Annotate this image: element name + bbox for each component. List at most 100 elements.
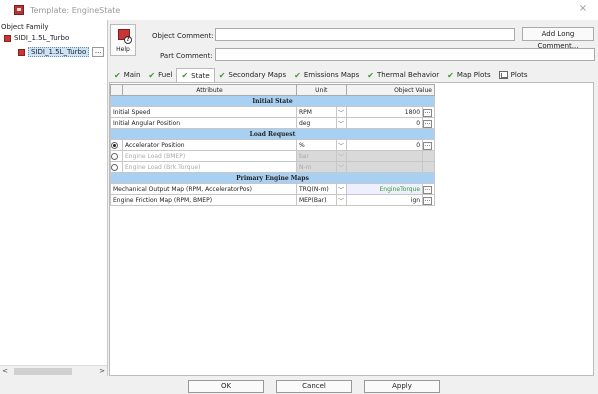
tree-item-selected[interactable]: SIDI_1.5L_Turbo ... [18, 47, 105, 57]
tab-map-plots[interactable]: ✔ Map Plots [443, 68, 495, 82]
plot-icon [498, 71, 508, 79]
scrollbar-thumb[interactable] [14, 367, 72, 375]
value-cell[interactable]: EngineTorque [345, 183, 424, 195]
object-value-header: Object Value [345, 84, 436, 96]
value-dots-cell [422, 161, 435, 173]
table-row: Engine Load (Brk.Torque) N-m ﹀ [110, 161, 435, 173]
chevron-down-icon[interactable]: ﹀ [335, 117, 347, 129]
horizontal-scrollbar[interactable]: < > [0, 365, 107, 376]
chevron-down-icon: ﹀ [335, 150, 347, 162]
unit-cell[interactable]: MEP(Bar) [295, 194, 337, 206]
window-title: Template: EngineState [30, 5, 121, 15]
accelerator-radio[interactable] [111, 141, 118, 149]
table-row: Initial Angular Position deg ﹀ 0 ... [110, 117, 435, 129]
browse-button[interactable]: ... [423, 108, 433, 117]
tab-thermal-behavior[interactable]: ✔ Thermal Behavior [363, 68, 443, 82]
chevron-down-icon[interactable]: ﹀ [335, 183, 347, 195]
chevron-down-icon[interactable]: ﹀ [335, 139, 347, 151]
section-row: Load Request [110, 128, 435, 140]
tab-label: State [191, 71, 210, 80]
check-icon: ✔ [367, 70, 374, 80]
object-icon [4, 34, 11, 42]
tree-item[interactable]: SIDI_1.5L_Turbo [4, 34, 69, 42]
radio-cell [110, 139, 123, 151]
tab-secondary-maps[interactable]: ✔ Secondary Maps [215, 68, 290, 82]
tab-label: Secondary Maps [228, 71, 287, 79]
value-dots-cell: ... [422, 139, 435, 151]
attribute-cell: Engine Load (BMEP) [122, 150, 297, 162]
object-comment-label: Object Comment: [152, 32, 214, 40]
table-row: Initial Speed RPM ﹀ 1800 ... [110, 106, 435, 118]
tab-bar: ✔ Main ✔ Fuel ✔ State ✔ Secondary Maps ✔ Emis… [110, 68, 532, 82]
tab-main[interactable]: ✔ Main [110, 68, 144, 82]
attribute-cell: Engine Load (Brk.Torque) [122, 161, 297, 173]
close-icon[interactable]: × [576, 3, 590, 14]
part-icon [18, 48, 25, 56]
chevron-down-icon[interactable]: ﹀ [335, 194, 347, 206]
value-cell [345, 150, 424, 162]
value-dots-cell [422, 150, 435, 162]
table-row: Accelerator Position % ﹀ 0 ... [110, 139, 435, 151]
browse-button[interactable]: ... [423, 141, 433, 150]
apply-button[interactable]: Apply [364, 380, 440, 393]
add-long-comment-button[interactable]: Add Long Comment... [522, 27, 594, 50]
check-icon: ✔ [294, 70, 301, 80]
browse-button[interactable]: ... [423, 185, 433, 194]
brake-torque-radio[interactable] [111, 163, 118, 171]
scroll-left-icon[interactable]: < [0, 367, 10, 375]
help-label: Help [116, 46, 130, 53]
value-cell[interactable]: ign [345, 194, 424, 206]
tree-root-label: Object Family [1, 23, 49, 31]
part-comment-field[interactable] [215, 48, 595, 61]
object-comment-field[interactable] [215, 28, 515, 41]
value-cell[interactable]: 0 [345, 139, 424, 151]
tab-label: Map Plots [456, 71, 491, 79]
tab-state[interactable]: ✔ State [176, 68, 215, 82]
unit-cell[interactable]: % [295, 139, 337, 151]
check-icon: ✔ [447, 70, 454, 80]
unit-cell[interactable]: RPM [295, 106, 337, 118]
part-comment-label: Part Comment: [160, 52, 213, 60]
cancel-button[interactable]: Cancel [276, 380, 352, 393]
section-row: Primary Engine Maps [110, 172, 435, 184]
unit-header: Unit [295, 84, 347, 96]
unit-cell[interactable]: TRQ(N-m) [295, 183, 337, 195]
attribute-header: Attribute [122, 84, 297, 96]
bmep-radio[interactable] [111, 152, 118, 160]
tab-plots[interactable]: Plots [495, 68, 532, 82]
attribute-cell: Initial Angular Position [110, 117, 297, 129]
check-icon: ✔ [114, 70, 121, 80]
table-header-row: Attribute Unit Object Value [110, 84, 436, 96]
check-icon: ✔ [181, 71, 189, 80]
help-button[interactable]: ? Help [110, 24, 136, 56]
tree-more-button[interactable]: ... [92, 47, 105, 57]
attribute-cell: Engine Friction Map (RPM, BMEP) [110, 194, 297, 206]
unit-cell[interactable]: deg [295, 117, 337, 129]
attribute-table: Attribute Unit Object Value Initial Stat… [110, 84, 436, 206]
value-dots-cell: ... [422, 183, 435, 195]
tab-label: Fuel [158, 71, 173, 79]
value-cell[interactable]: 0 [345, 117, 424, 129]
check-icon: ✔ [148, 70, 156, 80]
tab-emissions-maps[interactable]: ✔ Emissions Maps [290, 68, 363, 82]
tab-fuel[interactable]: ✔ Fuel [144, 68, 176, 82]
chevron-down-icon[interactable]: ﹀ [335, 106, 347, 118]
table-row: Engine Load (BMEP) bar ﹀ [110, 150, 435, 162]
radio-cell [110, 161, 123, 173]
table-row: Mechanical Output Map (RPM, AcceleratorP… [110, 183, 435, 195]
scroll-right-icon[interactable]: > [97, 367, 107, 375]
table-row: Engine Friction Map (RPM, BMEP) MEP(Bar)… [110, 194, 435, 206]
ok-button[interactable]: OK [188, 380, 264, 393]
object-family-tree: Object Family SIDI_1.5L_Turbo SIDI_1.5L_… [0, 20, 108, 376]
browse-button[interactable]: ... [423, 196, 433, 205]
attribute-cell: Mechanical Output Map (RPM, AcceleratorP… [110, 183, 297, 195]
attribute-cell: Initial Speed [110, 106, 297, 118]
section-row: Initial State [110, 95, 435, 107]
tab-label: Plots [510, 71, 528, 79]
browse-button[interactable]: ... [423, 119, 433, 128]
value-cell [345, 161, 424, 173]
tree-item-label: SIDI_1.5L_Turbo [28, 47, 90, 57]
value-cell[interactable]: 1800 [345, 106, 424, 118]
section-title: Initial State [110, 95, 435, 107]
tree-item-label: SIDI_1.5L_Turbo [14, 34, 70, 42]
